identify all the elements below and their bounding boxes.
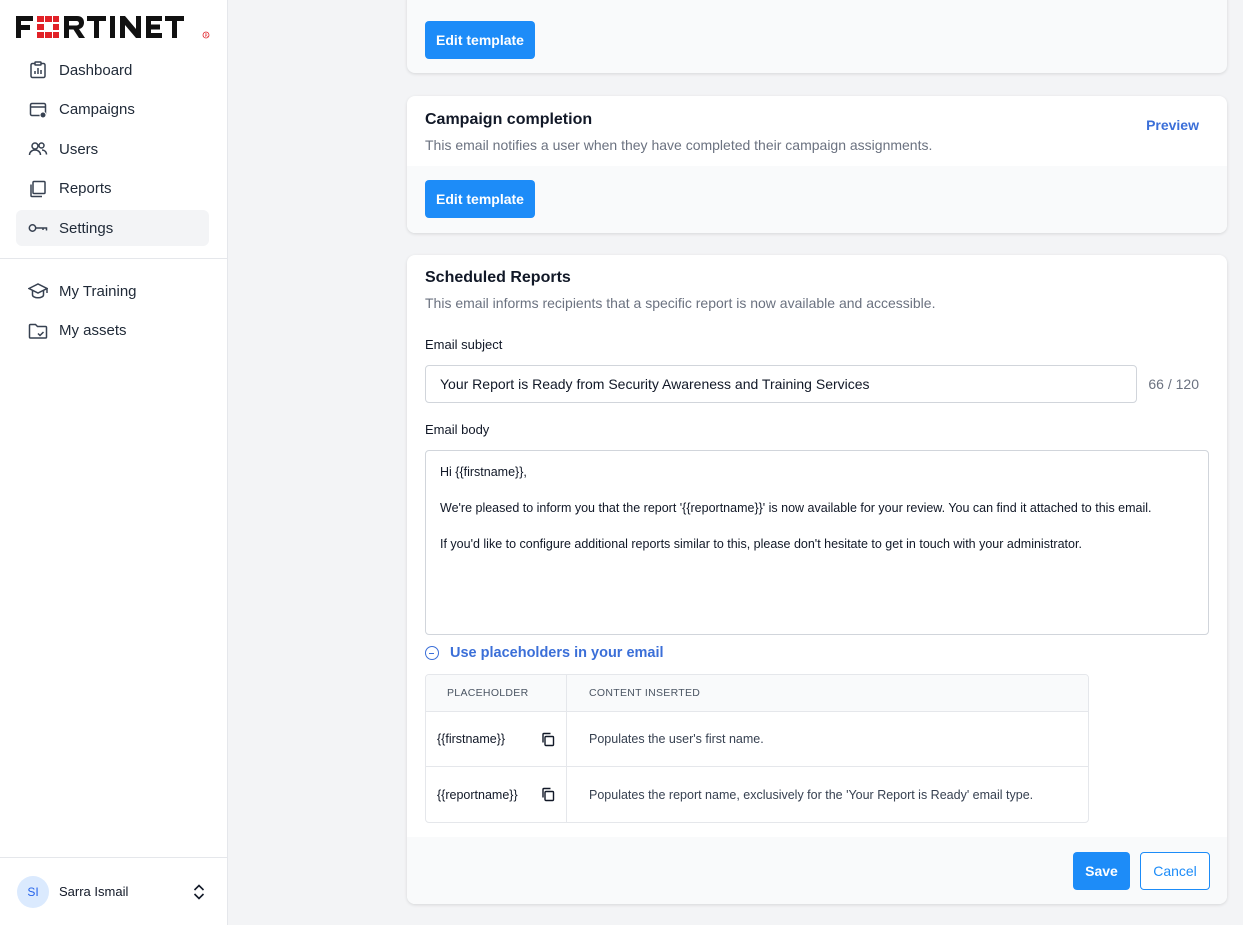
- copy-icon[interactable]: [541, 787, 555, 802]
- settings-key-icon: [28, 218, 48, 238]
- sidebar: R Dashboard Campaigns Users Reports Sett…: [0, 0, 228, 925]
- card-title: Campaign completion: [425, 111, 593, 128]
- dashboard-icon: [28, 60, 48, 80]
- user-name: Sarra Ismail: [59, 884, 129, 899]
- content-text: Populates the report name, exclusively f…: [589, 787, 1034, 802]
- card-footer: Edit template: [407, 166, 1227, 233]
- content-text: Populates the user's first name.: [589, 732, 764, 746]
- card-description: This email informs recipients that a spe…: [425, 295, 936, 311]
- card-description: This email notifies a user when they hav…: [425, 137, 933, 153]
- card-title: Scheduled Reports: [425, 269, 571, 286]
- content-cell: Populates the user's first name.: [567, 712, 1088, 767]
- sidebar-item-reports[interactable]: Reports: [16, 171, 209, 207]
- sidebar-item-label: Campaigns: [59, 101, 135, 118]
- column-header-content: CONTENT INSERTED: [567, 675, 1088, 712]
- placeholders-toggle[interactable]: Use placeholders in your email: [425, 645, 664, 661]
- fortinet-logo-icon: R: [16, 16, 210, 39]
- fortinet-logo[interactable]: R: [16, 14, 210, 40]
- placeholders-table: PLACEHOLDER CONTENT INSERTED {{firstname…: [425, 674, 1089, 823]
- nav-divider: [0, 258, 227, 259]
- placeholders-toggle-label: Use placeholders in your email: [450, 645, 664, 661]
- sidebar-item-settings[interactable]: Settings: [16, 210, 209, 246]
- minus-circle-icon: [425, 646, 439, 660]
- sidebar-item-label: My assets: [59, 322, 127, 339]
- table-header-row: PLACEHOLDER CONTENT INSERTED: [426, 675, 1088, 712]
- sidebar-item-campaigns[interactable]: Campaigns: [16, 92, 209, 128]
- reports-icon: [28, 179, 48, 199]
- email-subject-label: Email subject: [425, 337, 503, 352]
- campaign-completion-card: Campaign completion This email notifies …: [407, 96, 1227, 233]
- sidebar-item-my-assets[interactable]: My assets: [16, 313, 209, 349]
- copy-icon[interactable]: [541, 732, 555, 747]
- folder-icon: [28, 321, 48, 341]
- email-body-label: Email body: [425, 422, 490, 437]
- sidebar-item-label: My Training: [59, 282, 137, 300]
- avatar: SI: [17, 875, 49, 908]
- sidebar-item-label: Settings: [59, 219, 114, 237]
- edit-template-button[interactable]: Edit template: [425, 180, 535, 218]
- placeholder-token: {{reportname}}: [437, 787, 518, 802]
- sidebar-item-label: Users: [59, 140, 99, 158]
- campaigns-icon: [28, 100, 48, 120]
- column-header-placeholder: PLACEHOLDER: [426, 675, 567, 712]
- sidebar-item-label: Reports: [59, 180, 112, 197]
- users-icon: [28, 139, 48, 159]
- email-body-textarea[interactable]: Hi {{firstname}}, We're pleased to infor…: [425, 450, 1209, 635]
- edit-template-button[interactable]: Edit template: [425, 21, 535, 59]
- placeholder-cell: {{firstname}}: [426, 712, 567, 767]
- body-line: Hi {{firstname}},: [440, 465, 527, 479]
- placeholder-cell: {{reportname}}: [426, 767, 567, 822]
- svg-text:R: R: [205, 33, 208, 39]
- primary-nav: Dashboard Campaigns Users Reports Settin…: [16, 52, 209, 250]
- preview-link[interactable]: Preview: [1146, 117, 1199, 133]
- sidebar-item-dashboard[interactable]: Dashboard: [16, 52, 209, 88]
- table-row: {{firstname}} Populates the user's first…: [426, 712, 1088, 767]
- content-cell: Populates the report name, exclusively f…: [567, 767, 1088, 822]
- scheduled-reports-card: Scheduled Reports This email informs rec…: [407, 255, 1227, 904]
- graduation-cap-icon: [28, 281, 48, 301]
- body-line: If you'd like to configure additional re…: [440, 537, 1082, 551]
- template-card-previous: Edit template: [407, 0, 1227, 73]
- email-subject-input[interactable]: [425, 365, 1137, 403]
- user-menu[interactable]: SI Sarra Ismail: [0, 857, 227, 925]
- sidebar-item-my-training[interactable]: My Training: [16, 273, 209, 309]
- body-line: We're pleased to inform you that the rep…: [440, 501, 1152, 515]
- save-button[interactable]: Save: [1073, 852, 1130, 890]
- char-count: 66 / 120: [1148, 376, 1199, 392]
- placeholder-token: {{firstname}}: [437, 732, 506, 746]
- sidebar-item-label: Dashboard: [59, 61, 133, 79]
- sidebar-item-users[interactable]: Users: [16, 131, 209, 167]
- chevron-up-down-icon[interactable]: [191, 883, 207, 901]
- secondary-nav: My Training My assets: [16, 273, 209, 352]
- table-row: {{reportname}} Populates the report name…: [426, 767, 1088, 822]
- cancel-button[interactable]: Cancel: [1140, 852, 1210, 890]
